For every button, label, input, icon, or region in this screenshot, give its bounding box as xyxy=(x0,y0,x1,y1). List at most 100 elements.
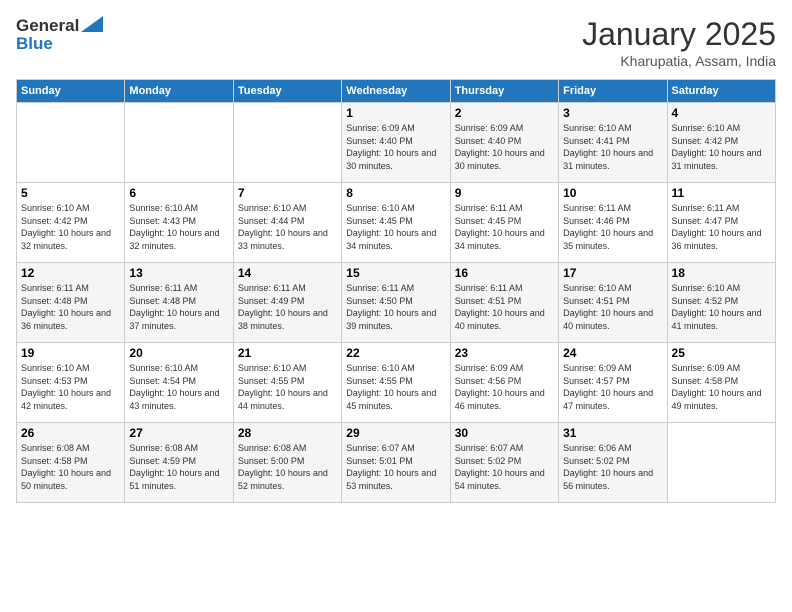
sunrise-text: Sunrise: 6:09 AM xyxy=(672,363,741,373)
calendar-cell: 27Sunrise: 6:08 AMSunset: 4:59 PMDayligh… xyxy=(125,423,233,503)
sunset-text: Sunset: 4:55 PM xyxy=(346,376,413,386)
daylight-text: Daylight: 10 hours and 36 minutes. xyxy=(21,308,111,331)
daylight-text: Daylight: 10 hours and 40 minutes. xyxy=(563,308,653,331)
logo-general: General xyxy=(16,16,79,36)
day-number: 7 xyxy=(238,186,337,200)
daylight-text: Daylight: 10 hours and 39 minutes. xyxy=(346,308,436,331)
day-info: Sunrise: 6:10 AMSunset: 4:42 PMDaylight:… xyxy=(21,202,120,252)
sunset-text: Sunset: 4:51 PM xyxy=(455,296,522,306)
day-info: Sunrise: 6:09 AMSunset: 4:58 PMDaylight:… xyxy=(672,362,771,412)
day-number: 17 xyxy=(563,266,662,280)
calendar-cell: 2Sunrise: 6:09 AMSunset: 4:40 PMDaylight… xyxy=(450,103,558,183)
daylight-text: Daylight: 10 hours and 31 minutes. xyxy=(563,148,653,171)
header-wednesday: Wednesday xyxy=(342,80,450,103)
day-info: Sunrise: 6:11 AMSunset: 4:48 PMDaylight:… xyxy=(21,282,120,332)
sunrise-text: Sunrise: 6:11 AM xyxy=(563,203,631,213)
sunrise-text: Sunrise: 6:10 AM xyxy=(346,363,415,373)
calendar-cell: 29 Sunrise: 6:07 AMSunset: 5:01 PMDayligh… xyxy=(342,423,450,503)
logo-icon xyxy=(81,16,103,32)
calendar-cell xyxy=(125,103,233,183)
daylight-text: Daylight: 10 hours and 56 minutes. xyxy=(563,468,653,491)
calendar-cell: 5Sunrise: 6:10 AMSunset: 4:42 PMDaylight… xyxy=(17,183,125,263)
day-info: Sunrise: 6:10 AMSunset: 4:52 PMDaylight:… xyxy=(672,282,771,332)
calendar-cell: 13Sunrise: 6:11 AMSunset: 4:48 PMDayligh… xyxy=(125,263,233,343)
daylight-text: Daylight: 10 hours and 50 minutes. xyxy=(21,468,111,491)
page: General Blue January 2025 Kharupatia, As… xyxy=(0,0,792,612)
sunset-text: Sunset: 4:48 PM xyxy=(129,296,196,306)
daylight-text: Daylight: 10 hours and 32 minutes. xyxy=(21,228,111,251)
header-sunday: Sunday xyxy=(17,80,125,103)
calendar-cell: 1 Sunrise: 6:09 AMSunset: 4:40 PMDaylight… xyxy=(342,103,450,183)
sunset-text: Sunset: 5:00 PM xyxy=(238,456,305,466)
sunrise-text: Sunrise: 6:10 AM xyxy=(129,203,198,213)
calendar-cell: 22Sunrise: 6:10 AMSunset: 4:55 PMDayligh… xyxy=(342,343,450,423)
sunrise-text: Sunrise: 6:07 AM xyxy=(455,443,524,453)
day-number: 21 xyxy=(238,346,337,360)
header-tuesday: Tuesday xyxy=(233,80,341,103)
calendar-cell: 17 Sunrise: 6:10 AM Sunset: 4:51 PM Dayligh… xyxy=(559,263,667,343)
calendar-cell: 15Sunrise: 6:11 AMSunset: 4:50 PMDayligh… xyxy=(342,263,450,343)
daylight-text: Daylight: 10 hours and 47 minutes. xyxy=(563,388,653,411)
calendar-cell: 18 Sunrise: 6:10 AMSunset: 4:52 PMDayligh… xyxy=(667,263,775,343)
sunrise-text: Sunrise: 6:06 AM xyxy=(563,443,632,453)
sunrise-text: Sunrise: 6:11 AM xyxy=(238,283,306,293)
day-number: 1 xyxy=(346,106,445,120)
day-number: 31 xyxy=(563,426,662,440)
day-number: 12 xyxy=(21,266,120,280)
daylight-text: Daylight: 10 hours and 45 minutes. xyxy=(346,388,436,411)
header: General Blue January 2025 Kharupatia, As… xyxy=(16,16,776,69)
logo: General Blue xyxy=(16,16,103,54)
daylight-text: Daylight: 10 hours and 54 minutes. xyxy=(455,468,545,491)
day-info: Sunrise: 6:09 AMSunset: 4:56 PMDaylight:… xyxy=(455,362,554,412)
calendar-cell: 23Sunrise: 6:09 AMSunset: 4:56 PMDayligh… xyxy=(450,343,558,423)
daylight-text: Daylight: 10 hours and 43 minutes. xyxy=(129,388,219,411)
day-number: 29 xyxy=(346,426,445,440)
daylight-text: Daylight: 10 hours and 30 minutes. xyxy=(346,148,436,171)
sunrise-text: Sunrise: 6:11 AM xyxy=(21,283,89,293)
calendar-week-3: 12Sunrise: 6:11 AMSunset: 4:48 PMDayligh… xyxy=(17,263,776,343)
sunset-text: Sunset: 4:51 PM xyxy=(563,296,630,306)
calendar-cell: 6Sunrise: 6:10 AMSunset: 4:43 PMDaylight… xyxy=(125,183,233,263)
header-thursday: Thursday xyxy=(450,80,558,103)
day-info: Sunrise: 6:11 AM Sunset: 4:49 PM Daylight:… xyxy=(238,282,337,332)
daylight-text: Daylight: 10 hours and 51 minutes. xyxy=(129,468,219,491)
day-number: 26 xyxy=(21,426,120,440)
day-number: 28 xyxy=(238,426,337,440)
day-number: 25 xyxy=(672,346,771,360)
sunrise-text: Sunrise: 6:09 AM xyxy=(455,123,524,133)
sunrise-text: Sunrise: 6:11 AM xyxy=(672,203,740,213)
logo-blue: Blue xyxy=(16,34,103,54)
sunset-text: Sunset: 4:45 PM xyxy=(346,216,413,226)
sunset-text: Sunset: 4:49 PM xyxy=(238,296,305,306)
sunrise-text: Sunrise: 6:10 AM xyxy=(563,283,632,293)
day-number: 6 xyxy=(129,186,228,200)
sunset-text: Sunset: 4:44 PM xyxy=(238,216,305,226)
day-number: 18 xyxy=(672,266,771,280)
calendar-subtitle: Kharupatia, Assam, India xyxy=(582,53,776,69)
sunset-text: Sunset: 4:50 PM xyxy=(346,296,413,306)
sunset-text: Sunset: 4:54 PM xyxy=(129,376,196,386)
header-saturday: Saturday xyxy=(667,80,775,103)
day-number: 30 xyxy=(455,426,554,440)
day-info: Sunrise: 6:07 AMSunset: 5:01 PMDaylight:… xyxy=(346,442,445,492)
day-number: 27 xyxy=(129,426,228,440)
sunrise-text: Sunrise: 6:10 AM xyxy=(672,123,741,133)
calendar-cell: 20Sunrise: 6:10 AMSunset: 4:54 PMDayligh… xyxy=(125,343,233,423)
header-friday: Friday xyxy=(559,80,667,103)
calendar-table: Sunday Monday Tuesday Wednesday Thursday… xyxy=(16,79,776,503)
daylight-text: Daylight: 10 hours and 38 minutes. xyxy=(238,308,328,331)
sunset-text: Sunset: 4:59 PM xyxy=(129,456,196,466)
day-info: Sunrise: 6:08 AMSunset: 4:58 PMDaylight:… xyxy=(21,442,120,492)
sunset-text: Sunset: 4:47 PM xyxy=(672,216,739,226)
day-info: Sunrise: 6:10 AMSunset: 4:41 PMDaylight:… xyxy=(563,122,662,172)
sunrise-text: Sunrise: 6:07 AM xyxy=(346,443,415,453)
calendar-cell: 31Sunrise: 6:06 AMSunset: 5:02 PMDayligh… xyxy=(559,423,667,503)
calendar-cell: 28Sunrise: 6:08 AMSunset: 5:00 PMDayligh… xyxy=(233,423,341,503)
daylight-text: Daylight: 10 hours and 40 minutes. xyxy=(455,308,545,331)
day-info: Sunrise: 6:09 AMSunset: 4:40 PMDaylight:… xyxy=(346,122,445,172)
sunset-text: Sunset: 4:40 PM xyxy=(346,136,413,146)
calendar-cell: 10Sunrise: 6:11 AMSunset: 4:46 PMDayligh… xyxy=(559,183,667,263)
sunset-text: Sunset: 4:52 PM xyxy=(672,296,739,306)
day-number: 9 xyxy=(455,186,554,200)
calendar-cell: 14Sunrise: 6:11 AMSunset: 4:49 PMDayligh… xyxy=(233,263,341,343)
